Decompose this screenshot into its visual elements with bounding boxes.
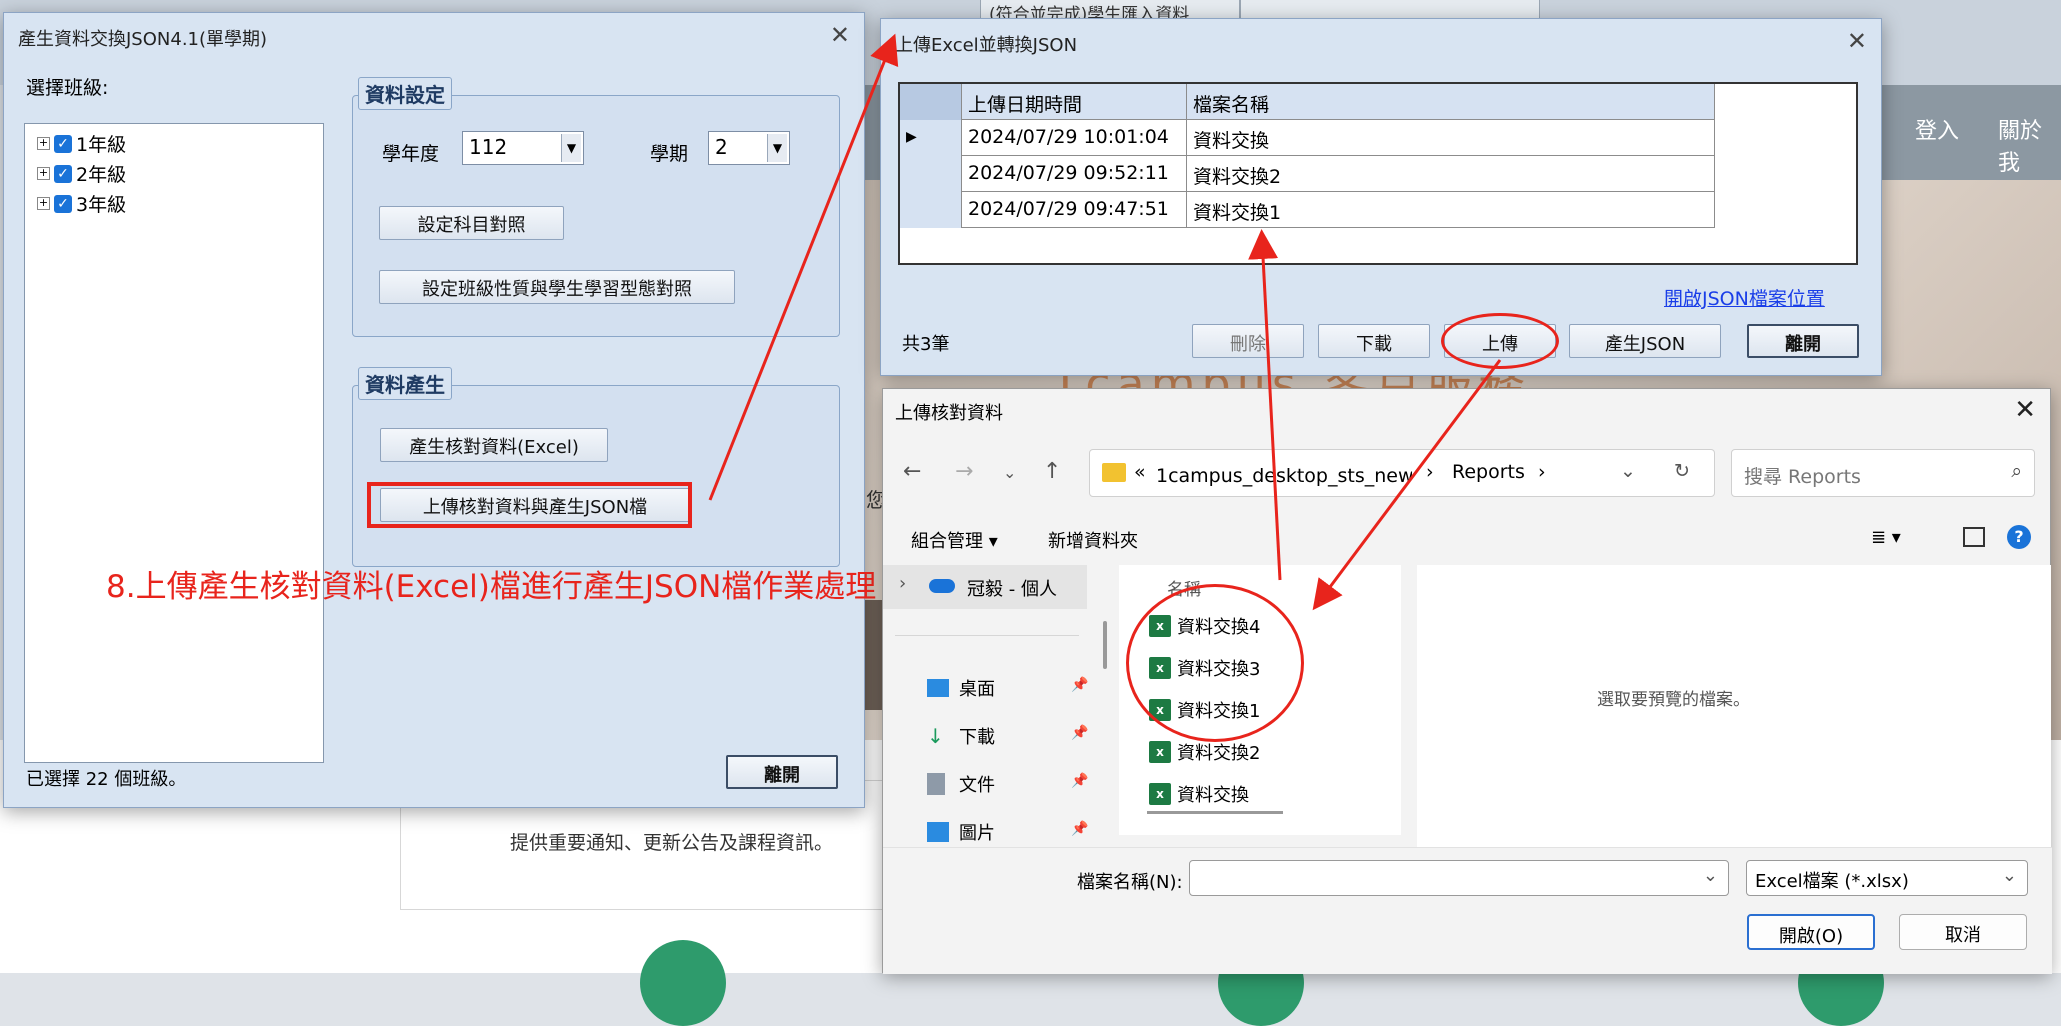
arrow-to-file-list: [1312, 359, 1502, 611]
arrow-to-upload-dialog: [708, 33, 899, 501]
arrow-to-grid-row: [1248, 229, 1282, 581]
annotation-arrows: [708, 33, 1502, 611]
